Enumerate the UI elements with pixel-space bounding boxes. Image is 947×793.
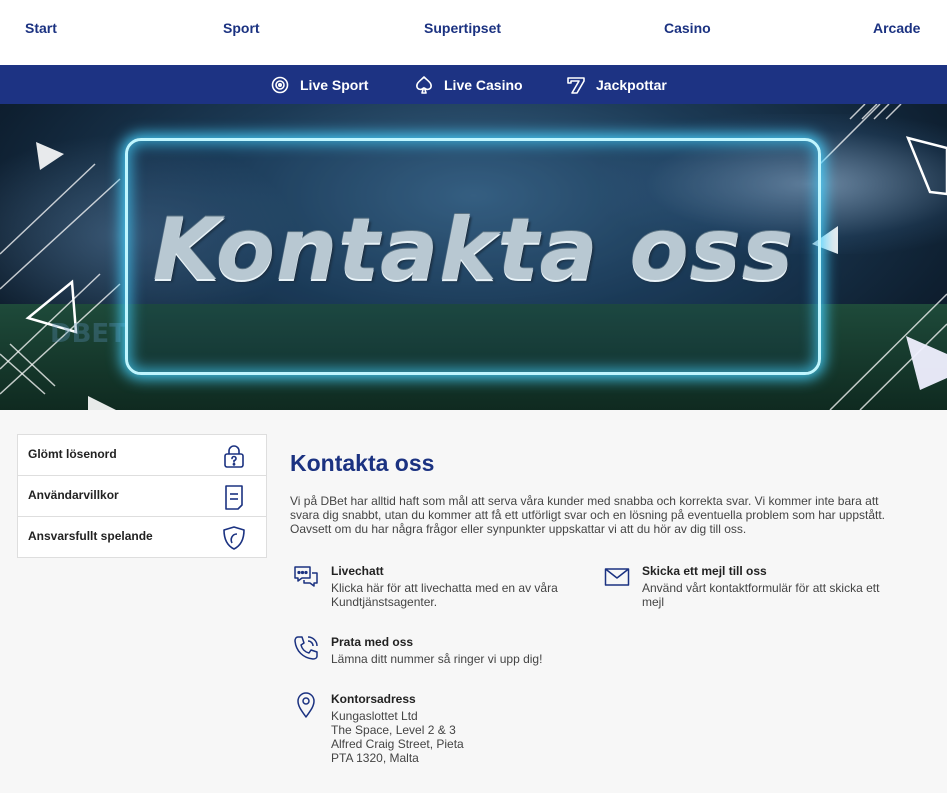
sidebar: Glömt lösenord Användarvillkor Ansvarsfu… — [17, 434, 267, 558]
subnav-live-sport-label: Live Sport — [300, 76, 369, 93]
sidebar-item-label: Ansvarsfullt spelande — [28, 529, 153, 543]
page-title: Kontakta oss — [290, 450, 435, 476]
chat-icon — [294, 566, 318, 587]
sidebar-item-responsible[interactable]: Ansvarsfullt spelande — [18, 517, 266, 558]
top-nav: Start Sport Supertipset Casino Arcade — [0, 0, 947, 65]
nav-sport[interactable]: Sport — [223, 20, 260, 36]
sidebar-item-label: Glömt lösenord — [28, 447, 117, 461]
contact-phone[interactable]: Prata med oss Lämna ditt nummer så ringe… — [293, 635, 583, 675]
nav-arcade[interactable]: Arcade — [873, 20, 920, 36]
contact-address-lines: Kungaslottet Ltd The Space, Level 2 & 3 … — [331, 709, 571, 765]
subnav-jackpots-label: Jackpottar — [596, 76, 667, 93]
contact-email-title: Skicka ett mejl till oss — [642, 564, 767, 578]
address-line: Kungaslottet Ltd — [331, 709, 418, 723]
contact-livechat-desc: Klicka här för att livechatta med en av … — [331, 581, 558, 609]
address-line: PTA 1320, Malta — [331, 751, 419, 765]
subnav-live-casino-label: Live Casino — [444, 76, 523, 93]
shield-icon — [223, 526, 245, 550]
sub-nav: Live Sport Live Casino Jackpottar — [0, 65, 947, 104]
seven-icon — [567, 76, 585, 94]
address-line: The Space, Level 2 & 3 — [331, 723, 456, 737]
document-icon — [225, 485, 243, 510]
sidebar-item-label: Användarvillkor — [28, 488, 119, 502]
contact-livechat[interactable]: Livechatt Klicka här för att livechatta … — [293, 564, 583, 614]
hero-banner: DBET Kontakta oss — [0, 104, 947, 410]
phone-icon — [294, 636, 318, 660]
nav-casino[interactable]: Casino — [664, 20, 711, 36]
lock-question-icon — [224, 445, 244, 468]
hero-title: Kontakta oss — [152, 200, 795, 300]
subnav-live-sport[interactable]: Live Sport — [270, 65, 368, 104]
sidebar-item-terms[interactable]: Användarvillkor — [18, 476, 266, 517]
subnav-jackpots[interactable]: Jackpottar — [566, 65, 667, 104]
subnav-live-casino[interactable]: Live Casino — [414, 65, 523, 104]
main-content: Kontakta oss — [290, 450, 910, 477]
contact-phone-title: Prata med oss — [331, 635, 414, 649]
contact-email-desc: Använd vårt kontaktformulär för att skic… — [642, 581, 880, 609]
nav-supertipset[interactable]: Supertipset — [424, 20, 501, 36]
envelope-icon — [604, 568, 630, 586]
nav-start[interactable]: Start — [25, 20, 57, 36]
intro-text: Vi på DBet har alltid haft som mål att s… — [290, 494, 885, 536]
location-pin-icon — [297, 692, 315, 718]
address-line: Alfred Craig Street, Pieta — [331, 737, 464, 751]
live-sport-icon — [271, 76, 289, 93]
contact-address: Kontorsadress Kungaslottet Ltd The Space… — [293, 692, 583, 772]
dbet-watermark: DBET — [50, 319, 127, 349]
contact-phone-desc: Lämna ditt nummer så ringer vi upp dig! — [331, 652, 543, 666]
contact-email[interactable]: Skicka ett mejl till oss Använd vårt kon… — [604, 564, 904, 614]
sidebar-item-forgot-password[interactable]: Glömt lösenord — [18, 435, 266, 476]
spade-icon — [416, 75, 432, 94]
contact-livechat-title: Livechatt — [331, 564, 384, 578]
contact-address-title: Kontorsadress — [331, 692, 416, 706]
